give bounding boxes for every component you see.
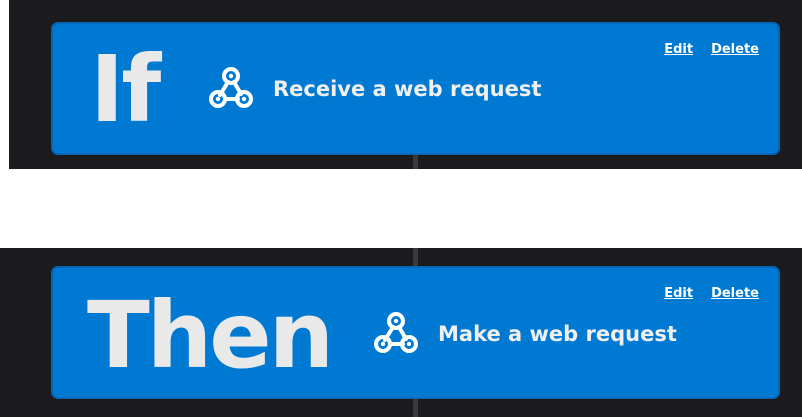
action-card[interactable]: Then Make a web request Edit Delete (51, 266, 780, 399)
webhook-icon (373, 311, 419, 357)
action-keyword: Then (87, 282, 334, 389)
flow-connector (413, 248, 418, 267)
flow-connector (413, 398, 418, 417)
trigger-label: Receive a web request (273, 77, 542, 101)
edit-link[interactable]: Edit (664, 42, 693, 57)
action-actions: Edit Delete (664, 286, 759, 301)
delete-link[interactable]: Delete (711, 286, 759, 301)
trigger-actions: Edit Delete (664, 42, 759, 57)
action-label: Make a web request (438, 322, 677, 346)
delete-link[interactable]: Delete (711, 42, 759, 57)
action-service[interactable]: Make a web request (373, 311, 677, 357)
trigger-card[interactable]: If Receive a web request Edit Delete (51, 22, 780, 155)
webhook-icon (208, 66, 254, 112)
edit-link[interactable]: Edit (664, 286, 693, 301)
flow-connector (413, 154, 418, 169)
trigger-keyword: If (90, 36, 161, 143)
trigger-service[interactable]: Receive a web request (208, 66, 541, 112)
